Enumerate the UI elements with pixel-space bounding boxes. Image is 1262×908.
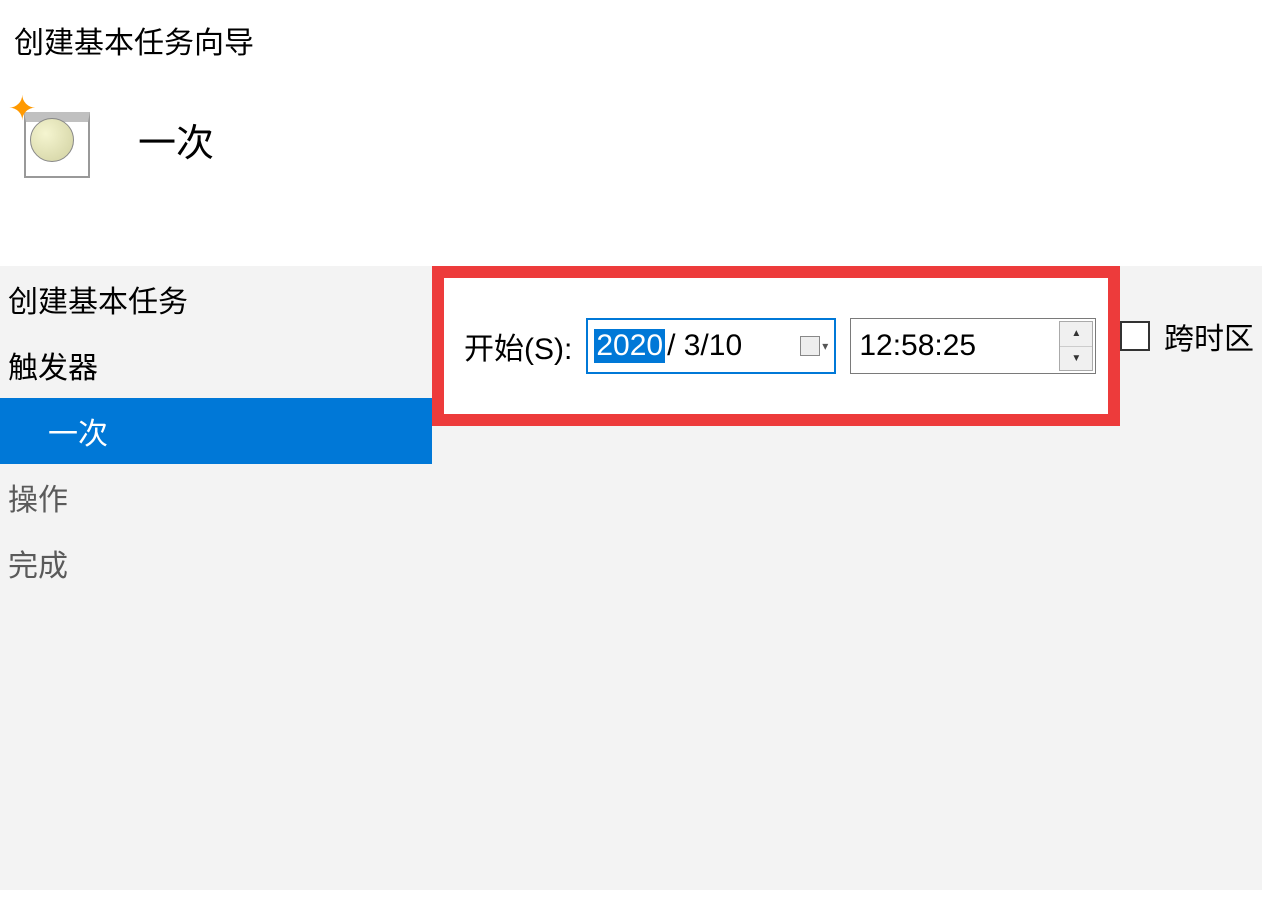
date-dropdown-button[interactable]: ▾: [800, 336, 828, 356]
spinner-up-button[interactable]: ▲: [1060, 322, 1092, 347]
task-scheduler-icon: ✦: [12, 100, 90, 178]
window-title: 创建基本任务向导: [0, 0, 1262, 62]
wizard-sidebar: 创建基本任务 触发器 一次 操作 完成: [0, 266, 432, 890]
time-spinner: ▲ ▼: [1059, 321, 1093, 371]
date-year-selected: 2020: [594, 329, 665, 363]
date-month-day: / 3/10: [665, 329, 742, 363]
timezone-label: 跨时区: [1164, 314, 1254, 358]
timezone-checkbox[interactable]: [1120, 321, 1150, 351]
start-label: 开始(S):: [464, 324, 572, 368]
content-area: 开始(S): 2020 / 3/10 ▾ 12:58:25 ▲ ▼ 跨时区: [432, 266, 1262, 890]
timezone-row: 跨时区: [1120, 314, 1254, 358]
time-picker[interactable]: 12:58:25 ▲ ▼: [850, 318, 1096, 374]
sidebar-item-create-basic-task[interactable]: 创建基本任务: [0, 266, 432, 332]
datetime-highlight-box: 开始(S): 2020 / 3/10 ▾ 12:58:25 ▲ ▼: [432, 266, 1120, 426]
time-value: 12:58:25: [859, 329, 976, 363]
main-container: 创建基本任务 触发器 一次 操作 完成 开始(S): 2020 / 3/10 ▾…: [0, 266, 1262, 890]
wizard-header: ✦ 一次: [0, 62, 1262, 178]
calendar-icon: [800, 336, 820, 356]
sidebar-item-action[interactable]: 操作: [0, 464, 432, 530]
sidebar-item-finish[interactable]: 完成: [0, 530, 432, 596]
sidebar-item-one-time[interactable]: 一次: [0, 398, 432, 464]
sidebar-item-trigger[interactable]: 触发器: [0, 332, 432, 398]
page-title: 一次: [138, 112, 214, 167]
chevron-down-icon: ▾: [822, 339, 828, 353]
date-picker[interactable]: 2020 / 3/10 ▾: [586, 318, 836, 374]
spinner-down-button[interactable]: ▼: [1060, 347, 1092, 371]
